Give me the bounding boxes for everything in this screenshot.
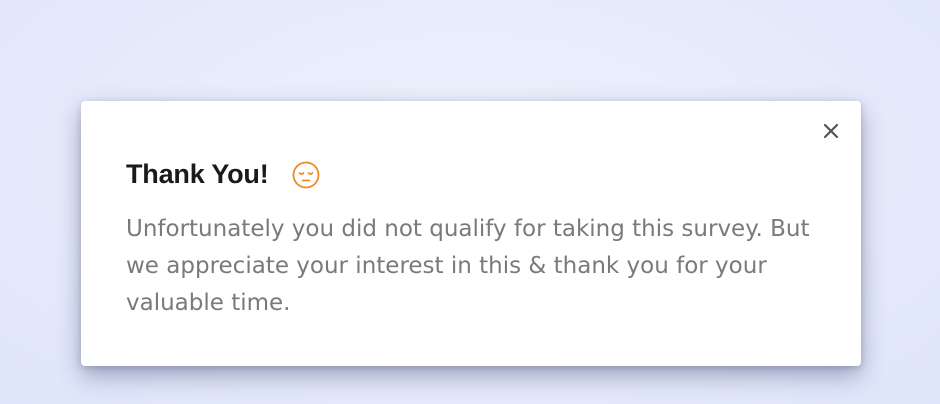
thank-you-dialog: Thank You! Unfortunately you did not qua… xyxy=(81,101,861,366)
dialog-message: Unfortunately you did not qualify for ta… xyxy=(126,216,810,316)
close-button[interactable] xyxy=(819,119,843,143)
close-icon xyxy=(823,123,839,139)
sad-face-icon xyxy=(291,160,321,190)
dialog-header: Thank You! xyxy=(126,159,321,190)
dialog-title: Thank You! xyxy=(126,159,269,189)
